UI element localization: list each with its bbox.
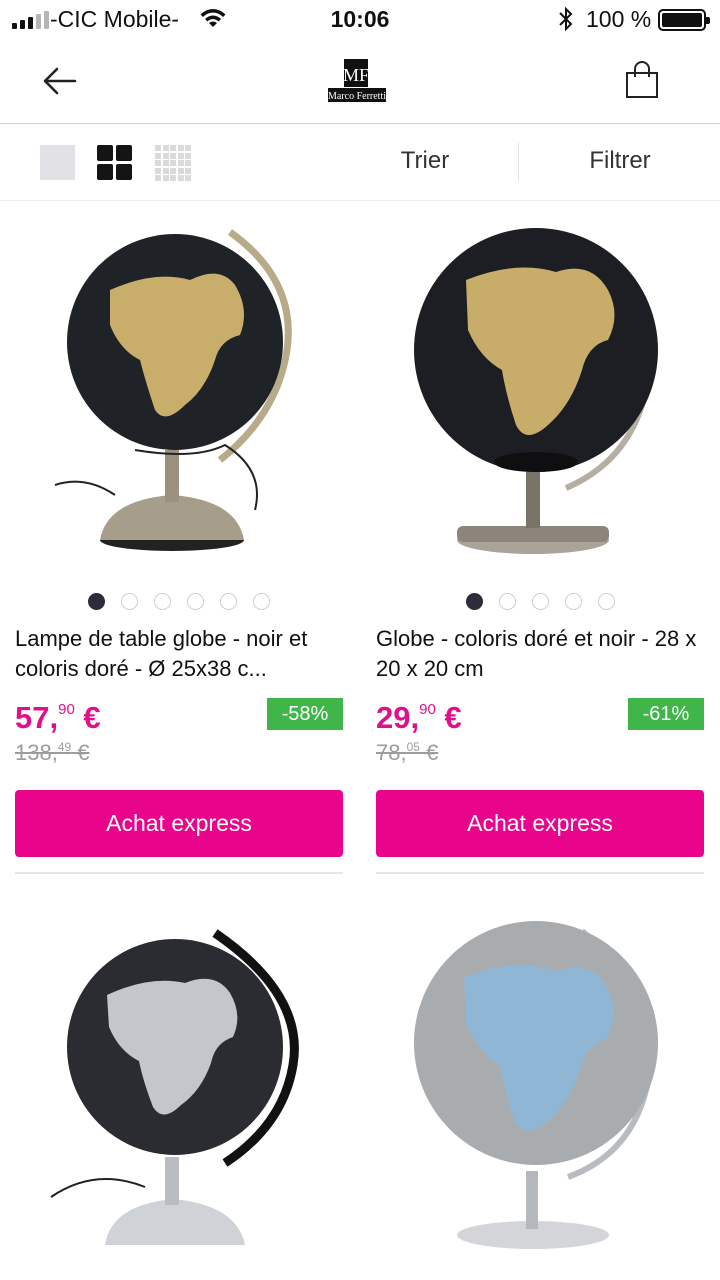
carousel-dot[interactable] [121, 593, 138, 610]
old-price: 138,49 € [15, 740, 90, 765]
brand-logo[interactable]: MF Marco Ferretti [326, 56, 388, 104]
carousel-dot[interactable] [597, 593, 615, 610]
listing-toolbar: Trier Filtrer [0, 125, 720, 201]
product-image-globe-lamp-gold[interactable] [15, 210, 343, 570]
card-divider [15, 872, 343, 874]
svg-text:MF: MF [343, 65, 369, 85]
product-title[interactable]: Globe - coloris doré et noir - 28 x 20 x… [376, 624, 706, 684]
toolbar-divider [518, 143, 519, 181]
product-price: 29,90 € [376, 700, 462, 735]
card-divider [376, 872, 704, 874]
old-price: 78,05 € [376, 740, 439, 765]
carousel-dot[interactable] [531, 593, 549, 610]
grid-3-view-icon[interactable] [155, 145, 191, 181]
single-view-icon[interactable] [40, 145, 75, 180]
app-header: MF Marco Ferretti [0, 40, 720, 124]
express-buy-button[interactable]: Achat express [15, 790, 343, 857]
battery-percent: 100 % [586, 6, 652, 32]
express-buy-button[interactable]: Achat express [376, 790, 704, 857]
carousel-dot[interactable] [220, 593, 237, 610]
product-title[interactable]: Lampe de table globe - noir et coloris d… [15, 624, 345, 684]
carousel-dot[interactable] [253, 593, 270, 610]
product-price: 57,90 € [15, 700, 101, 735]
cart-button[interactable] [612, 54, 672, 106]
carousel-dot[interactable] [154, 593, 171, 610]
discount-badge: -58% [267, 698, 343, 730]
battery-icon [658, 9, 710, 31]
sort-button[interactable]: Trier [360, 147, 490, 175]
product-image-globe-silver-blue[interactable] [376, 905, 704, 1265]
discount-badge: -61% [628, 698, 704, 730]
carousel-dot[interactable] [564, 593, 582, 610]
product-image-globe-lamp-silver[interactable] [15, 905, 343, 1265]
bluetooth-icon [556, 6, 576, 37]
shopping-bag-icon [626, 61, 658, 98]
carousel-dot[interactable] [88, 593, 105, 610]
image-carousel-dots[interactable] [376, 593, 704, 610]
back-button[interactable] [30, 58, 90, 104]
filter-button[interactable]: Filtrer [560, 147, 680, 175]
grid-2-view-icon[interactable] [97, 145, 132, 181]
status-bar: -CIC Mobile- 10:06 100 % [0, 0, 720, 40]
carousel-dot[interactable] [465, 593, 483, 610]
arrow-left-icon [43, 67, 77, 95]
carousel-dot[interactable] [498, 593, 516, 610]
product-image-globe-gold-black[interactable] [376, 210, 704, 570]
svg-text:Marco Ferretti: Marco Ferretti [328, 91, 386, 102]
image-carousel-dots[interactable] [15, 593, 343, 610]
carousel-dot[interactable] [187, 593, 204, 610]
